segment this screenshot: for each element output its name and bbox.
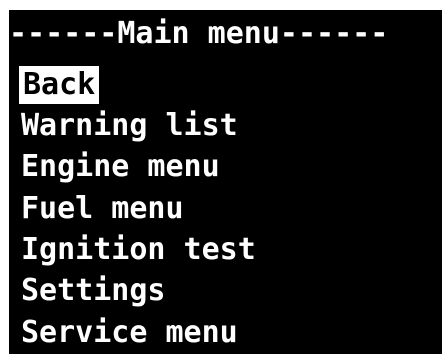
menu-item-service-menu[interactable]: Service menu <box>21 314 238 352</box>
lcd-screen: ------Main menu------ Back Warning list … <box>9 10 442 354</box>
menu-item-settings[interactable]: Settings <box>21 272 166 310</box>
menu-item-warning-list[interactable]: Warning list <box>21 107 238 145</box>
menu-title: ------Main menu------ <box>9 16 389 51</box>
menu-item-fuel-menu[interactable]: Fuel menu <box>21 190 184 228</box>
menu-item-back[interactable]: Back <box>19 66 100 104</box>
menu-item-engine-menu[interactable]: Engine menu <box>21 148 220 186</box>
menu-item-ignition-test[interactable]: Ignition test <box>21 231 256 269</box>
